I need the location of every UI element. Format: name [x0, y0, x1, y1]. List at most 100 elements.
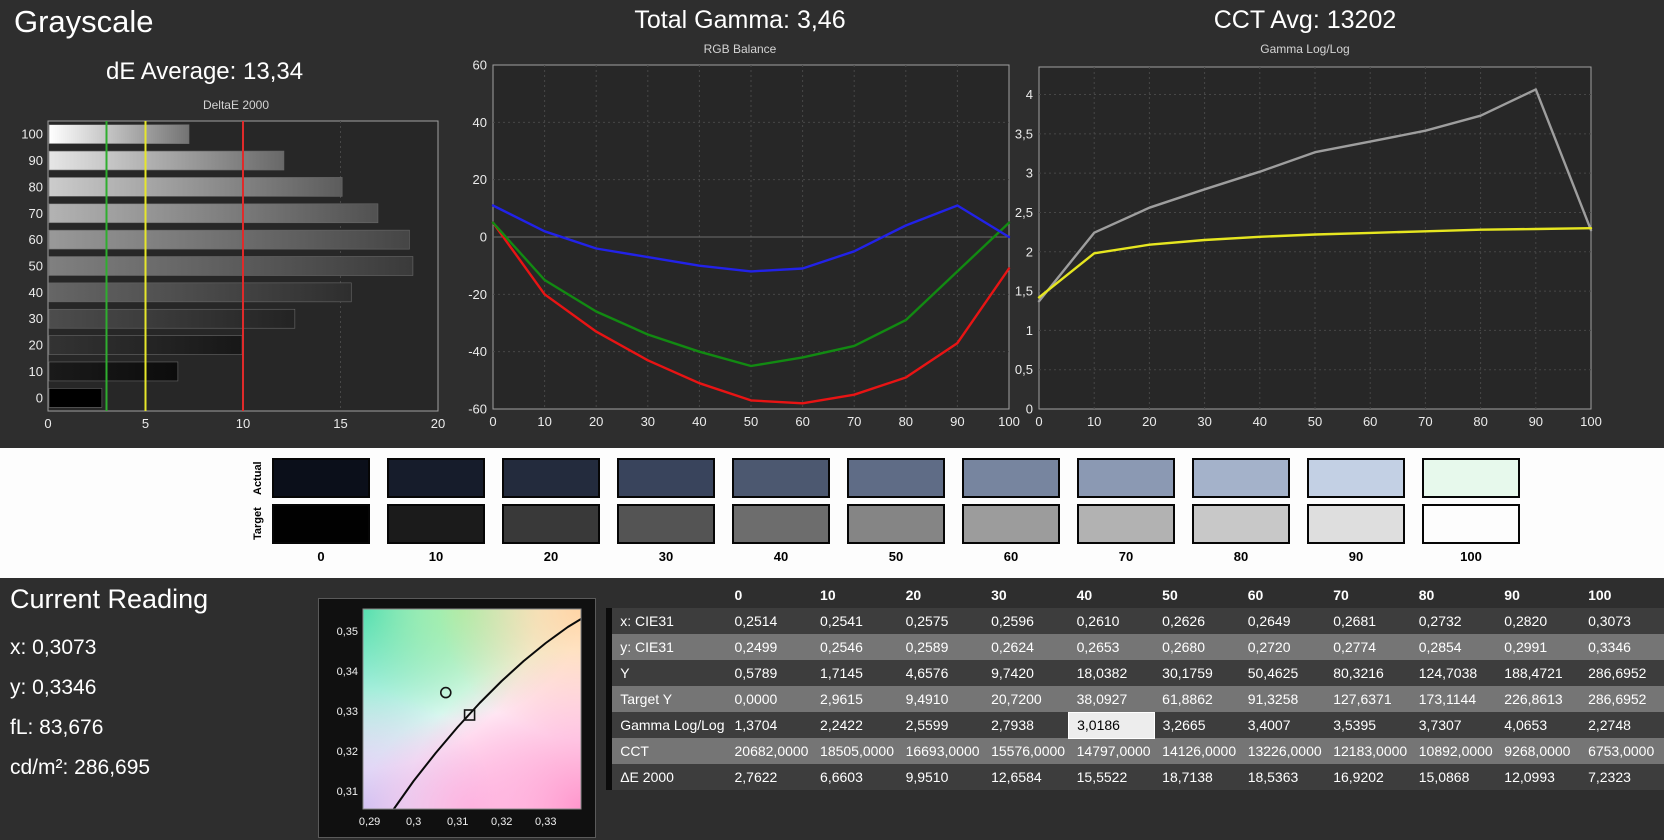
table-cell[interactable]: 3,0186: [1068, 711, 1155, 739]
table-cell[interactable]: 10892,0000: [1410, 738, 1497, 764]
table-cell[interactable]: 188,4721: [1496, 660, 1581, 686]
svg-text:60: 60: [473, 59, 487, 73]
table-cell[interactable]: 2,9615: [812, 686, 898, 712]
svg-text:30: 30: [1197, 414, 1211, 429]
table-cell[interactable]: 13226,0000: [1239, 738, 1326, 764]
table-cell[interactable]: 127,6371: [1325, 686, 1411, 712]
table-cell[interactable]: 0,2575: [897, 608, 984, 634]
table-cell[interactable]: 0,2589: [897, 634, 984, 660]
table-cell[interactable]: 0,2680: [1154, 634, 1240, 660]
table-cell[interactable]: 0,3346: [1580, 634, 1664, 660]
table-cell[interactable]: 0,0000: [726, 686, 813, 712]
table-cell[interactable]: 9,7420: [983, 660, 1069, 686]
current-reading-values: x: 0,3073 y: 0,3346 fL: 83,676 cd/m²: 286,6…: [10, 628, 150, 788]
table-cell[interactable]: 18,7138: [1154, 764, 1240, 790]
actual-swatch-70: [1077, 458, 1175, 498]
table-cell[interactable]: 0,3073: [1580, 608, 1664, 634]
table-cell[interactable]: 3,4007: [1239, 712, 1326, 738]
table-column-header: 80: [1418, 587, 1435, 603]
table-cell[interactable]: 2,2748: [1580, 712, 1664, 738]
table-cell[interactable]: 3,2665: [1154, 712, 1240, 738]
table-cell[interactable]: 14797,0000: [1068, 738, 1155, 764]
table-cell[interactable]: 0,2624: [983, 634, 1069, 660]
table-cell[interactable]: 286,6952: [1580, 686, 1664, 712]
table-cell[interactable]: 0,2499: [726, 634, 813, 660]
table-cell[interactable]: 0,2626: [1154, 608, 1240, 634]
svg-text:-60: -60: [468, 402, 487, 417]
table-cell[interactable]: 18,5363: [1239, 764, 1326, 790]
table-cell[interactable]: 50,4625: [1239, 660, 1326, 686]
svg-text:40: 40: [29, 285, 43, 300]
table-cell[interactable]: 20682,0000: [726, 738, 813, 764]
table-cell[interactable]: 0,2681: [1325, 608, 1411, 634]
table-cell[interactable]: 3,7307: [1410, 712, 1497, 738]
svg-text:40: 40: [473, 115, 487, 130]
table-cell[interactable]: 124,7038: [1410, 660, 1497, 686]
table-cell[interactable]: 20,7200: [983, 686, 1069, 712]
data-table: 0 10 20 30 40 50 60 70 80 90 100 x: CIE31 0,2514 0,25…: [606, 582, 1664, 790]
table-cell[interactable]: 91,3258: [1239, 686, 1326, 712]
table-cell[interactable]: 3,5395: [1325, 712, 1411, 738]
table-cell[interactable]: 226,8613: [1496, 686, 1581, 712]
table-cell[interactable]: 9,9510: [897, 764, 984, 790]
table-cell[interactable]: 0,2596: [983, 608, 1069, 634]
table-cell[interactable]: 1,3704: [726, 712, 813, 738]
actual-row-label: Actual: [252, 461, 264, 495]
table-cell[interactable]: 0,2854: [1410, 634, 1497, 660]
table-cell[interactable]: 0,5789: [726, 660, 813, 686]
table-cell[interactable]: 0,2774: [1325, 634, 1411, 660]
deltae-bar-80: [48, 177, 343, 197]
table-cell[interactable]: 4,6576: [897, 660, 984, 686]
table-cell[interactable]: 18505,0000: [812, 738, 898, 764]
table-cell[interactable]: 12,6584: [983, 764, 1069, 790]
table-cell[interactable]: 38,0927: [1068, 686, 1155, 712]
svg-text:40: 40: [1253, 414, 1267, 429]
table-cell[interactable]: 9,4910: [897, 686, 984, 712]
table-cell[interactable]: 0,2991: [1496, 634, 1581, 660]
table-cell[interactable]: 16693,0000: [897, 738, 984, 764]
table-cell[interactable]: 16,9202: [1325, 764, 1411, 790]
table-cell[interactable]: 0,2720: [1239, 634, 1326, 660]
target-swatch-60: [962, 504, 1060, 544]
table-cell[interactable]: 12,0993: [1496, 764, 1581, 790]
gamma-chart-panel: Gamma Log/Log 0 10 20 30 40 50 60 70 80 90 100 0 0,5…: [1003, 42, 1607, 435]
grayscale-swatch-band: Actual Target 0 10 20 30 40 50 60 70 80 90 100: [0, 448, 1664, 578]
table-cell[interactable]: 0,2649: [1239, 608, 1326, 634]
table-cell[interactable]: 2,7938: [983, 712, 1069, 738]
rgb-balance-chart-title: RGB Balance: [703, 42, 777, 56]
table-cell[interactable]: 7,2323: [1580, 764, 1664, 790]
table-cell[interactable]: 0,2732: [1410, 608, 1497, 634]
table-row-label: Gamma Log/Log: [612, 712, 727, 738]
table-cell[interactable]: 1,7145: [812, 660, 898, 686]
svg-text:0: 0: [44, 416, 51, 431]
table-cell[interactable]: 4,0653: [1496, 712, 1581, 738]
table-cell[interactable]: 61,8862: [1154, 686, 1240, 712]
table-cell[interactable]: 0,2514: [726, 608, 813, 634]
table-cell[interactable]: 15,5522: [1068, 764, 1155, 790]
table-row-label: Target Y: [612, 686, 727, 712]
table-cell[interactable]: 18,0382: [1068, 660, 1155, 686]
table-cell[interactable]: 6753,0000: [1580, 738, 1664, 764]
table-cell[interactable]: 6,6603: [812, 764, 898, 790]
table-cell[interactable]: 9268,0000: [1496, 738, 1581, 764]
table-cell[interactable]: 30,1759: [1154, 660, 1240, 686]
table-cell[interactable]: 12183,0000: [1325, 738, 1411, 764]
table-cell[interactable]: 15,0868: [1410, 764, 1497, 790]
table-cell[interactable]: 2,5599: [897, 712, 984, 738]
svg-text:70: 70: [1418, 414, 1432, 429]
table-cell[interactable]: 0,2820: [1496, 608, 1581, 634]
table-cell[interactable]: 173,1144: [1410, 686, 1497, 712]
table-cell[interactable]: 0,2546: [812, 634, 898, 660]
svg-text:10: 10: [236, 416, 250, 431]
table-cell[interactable]: 80,3216: [1325, 660, 1411, 686]
table-cell[interactable]: 0,2610: [1068, 608, 1155, 634]
table-cell[interactable]: 2,2422: [812, 712, 898, 738]
table-cell[interactable]: 0,2541: [812, 608, 898, 634]
table-cell[interactable]: 0,2653: [1068, 634, 1155, 660]
table-cell[interactable]: 14126,0000: [1154, 738, 1240, 764]
table-cell[interactable]: 2,7622: [726, 764, 813, 790]
svg-text:0,35: 0,35: [337, 626, 358, 638]
table-row: y: CIE31 0,2499 0,2546 0,2589 0,2624 0,2653 0,…: [606, 634, 1664, 660]
table-cell[interactable]: 15576,0000: [983, 738, 1069, 764]
table-cell[interactable]: 286,6952: [1580, 660, 1664, 686]
